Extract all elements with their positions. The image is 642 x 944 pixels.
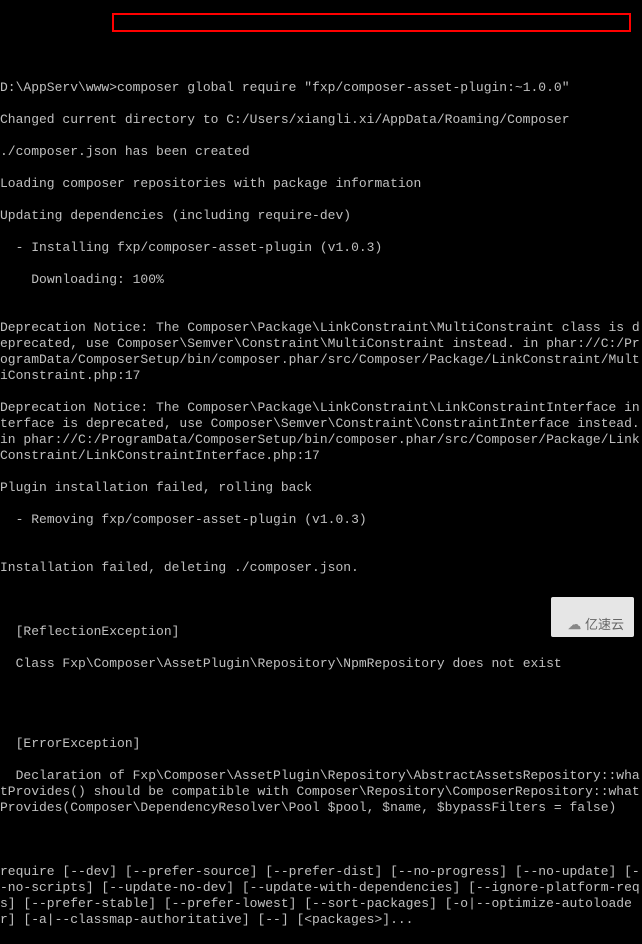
exception-line: [ErrorException] <box>0 736 642 752</box>
output-line: Deprecation Notice: The Composer\Package… <box>0 320 642 384</box>
output-line: Changed current directory to C:/Users/xi… <box>0 112 642 128</box>
output-line: Downloading: 100% <box>0 272 642 288</box>
command-text: composer global require "fxp/composer-as… <box>117 80 569 95</box>
usage-line: require [--dev] [--prefer-source] [--pre… <box>0 864 642 928</box>
watermark-badge: ☁ 亿速云 <box>551 597 634 637</box>
output-line: Plugin installation failed, rolling back <box>0 480 642 496</box>
output-line: - Installing fxp/composer-asset-plugin (… <box>0 240 642 256</box>
output-line: Installation failed, deleting ./composer… <box>0 560 642 576</box>
exception-line: Class Fxp\Composer\AssetPlugin\Repositor… <box>0 656 642 672</box>
output-line: ./composer.json has been created <box>0 144 642 160</box>
terminal-window[interactable]: D:\AppServ\www>composer global require "… <box>0 64 642 709</box>
output-line: Deprecation Notice: The Composer\Package… <box>0 400 642 464</box>
prompt-path: D:\AppServ\www <box>0 80 109 95</box>
exception-line: Declaration of Fxp\Composer\AssetPlugin\… <box>0 768 642 816</box>
output-line: Loading composer repositories with packa… <box>0 176 642 192</box>
command-prompt-line: D:\AppServ\www>composer global require "… <box>0 80 642 96</box>
output-line: Updating dependencies (including require… <box>0 208 642 224</box>
exception-line: [ReflectionException] <box>0 624 642 640</box>
output-line: - Removing fxp/composer-asset-plugin (v1… <box>0 512 642 528</box>
command-highlight-annotation <box>112 13 631 32</box>
watermark-icon: ☁ <box>568 617 581 633</box>
watermark-text: 亿速云 <box>585 617 624 632</box>
